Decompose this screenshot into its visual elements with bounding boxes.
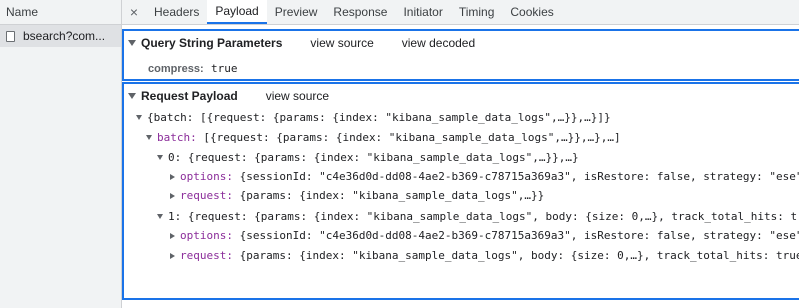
query-string-title: Query String Parameters [141,36,283,50]
expand-triangle-icon [136,115,142,120]
name-column-header[interactable]: Name [0,0,121,25]
tab-timing[interactable]: Timing [451,0,503,24]
node-key: request: [180,249,233,262]
view-source-link[interactable]: view source [310,36,373,50]
node-key: batch: [157,131,197,144]
node-key: options: [180,170,233,183]
param-value: true [210,62,238,75]
node-value: {params: {index: "kibana_sample_data_log… [239,249,799,262]
tree-node-options[interactable]: options: {sessionId: "c4e36d0d-dd08-4ae2… [170,229,799,242]
query-param-row: compress: true [148,61,237,75]
expand-triangle-icon [128,93,136,99]
request-row[interactable]: bsearch?com... [0,25,121,47]
request-payload-title: Request Payload [141,89,238,103]
tab-payload[interactable]: Payload [207,0,267,24]
tab-initiator[interactable]: Initiator [395,0,450,24]
node-value: [{request: {params: {index: "kibana_samp… [203,131,621,144]
tab-cookies[interactable]: Cookies [502,0,561,24]
request-payload-header[interactable]: Request Payload view source [128,89,329,103]
request-list-panel: Name bsearch?com... [0,0,122,308]
collapse-triangle-icon [170,232,175,239]
view-source-link[interactable]: view source [266,89,329,103]
collapse-triangle-icon [170,173,175,180]
node-value: {sessionId: "c4e36d0d-dd08-4ae2-b369-c78… [239,170,799,183]
collapse-triangle-icon [170,252,175,259]
close-icon[interactable]: × [122,0,146,24]
query-string-section: Query String Parameters view source view… [122,29,799,81]
node-value: {batch: [{request: {params: {index: "kib… [147,111,611,124]
tab-headers[interactable]: Headers [146,0,207,24]
collapse-triangle-icon [170,192,175,199]
node-value: {request: {params: {index: "kibana_sampl… [187,151,579,164]
tree-node-request[interactable]: request: {params: {index: "kibana_sample… [170,249,799,262]
tab-response[interactable]: Response [325,0,395,24]
param-key: compress: [148,63,204,75]
tab-preview[interactable]: Preview [267,0,326,24]
request-payload-section: Request Payload view source {batch: [{re… [122,82,799,300]
node-value: {params: {index: "kibana_sample_data_log… [239,189,545,202]
query-string-header[interactable]: Query String Parameters view source view… [128,36,475,50]
node-key: 1: [168,210,182,223]
expand-triangle-icon [128,40,136,46]
request-name: bsearch?com... [23,29,106,43]
tree-node-batch[interactable]: batch: [{request: {params: {index: "kiba… [146,131,621,144]
expand-triangle-icon [157,214,163,219]
tree-node-request[interactable]: request: {params: {index: "kibana_sample… [170,189,544,202]
tree-node-1[interactable]: 1: {request: {params: {index: "kibana_sa… [157,210,797,223]
file-icon [6,30,15,42]
tree-node-0[interactable]: 0: {request: {params: {index: "kibana_sa… [157,151,579,164]
node-key: request: [180,189,233,202]
payload-panel: Query String Parameters view source view… [122,25,799,308]
node-key: options: [180,229,233,242]
tree-node-root[interactable]: {batch: [{request: {params: {index: "kib… [136,111,611,124]
node-value: {sessionId: "c4e36d0d-dd08-4ae2-b369-c78… [239,229,799,242]
node-key: 0: [168,151,182,164]
expand-triangle-icon [146,135,152,140]
expand-triangle-icon [157,155,163,160]
node-value: {request: {params: {index: "kibana_sampl… [187,210,798,223]
tree-node-options[interactable]: options: {sessionId: "c4e36d0d-dd08-4ae2… [170,170,799,183]
details-tabbar: × Headers Payload Preview Response Initi… [122,0,799,25]
view-decoded-link[interactable]: view decoded [402,36,475,50]
